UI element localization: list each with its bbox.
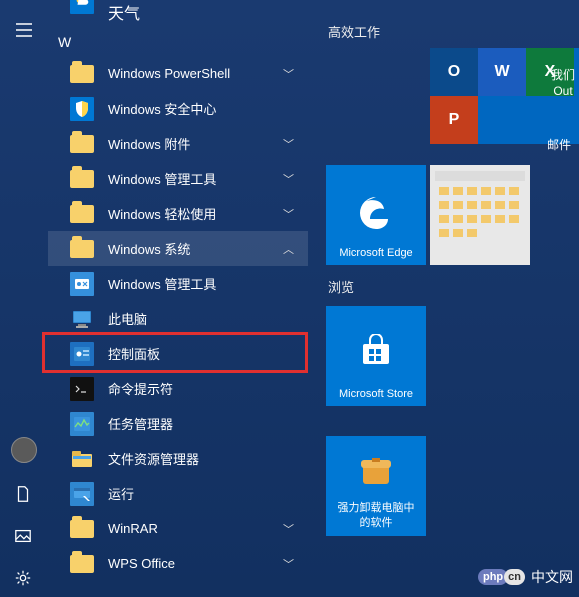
app-row[interactable]: Windows 系统 ︿ xyxy=(48,231,308,266)
left-rail xyxy=(0,0,48,597)
app-label: WPS Office xyxy=(108,556,175,571)
folder-icon xyxy=(70,132,94,156)
app-row-partial[interactable]: 天气 xyxy=(48,0,308,26)
admintools-icon xyxy=(70,272,94,296)
store-icon xyxy=(359,334,393,368)
ppt-glyph: P xyxy=(449,111,460,129)
app-row[interactable]: 任务管理器 xyxy=(48,406,308,441)
app-label: 命令提示符 xyxy=(108,379,173,398)
app-label: 天气 xyxy=(108,0,140,24)
tile-label: Microsoft Edge xyxy=(339,247,412,265)
tile-outlook[interactable]: O xyxy=(430,48,478,96)
app-row[interactable]: Windows 附件 ﹀ xyxy=(48,126,308,161)
tile-stub-label: 我们Out xyxy=(545,68,579,99)
app-label: Windows 系统 xyxy=(108,239,190,258)
app-row[interactable]: 运行 xyxy=(48,476,308,511)
chevron-down-icon: ﹀ xyxy=(283,171,294,187)
fe-icon xyxy=(70,447,94,471)
tile-mail-label: 邮件 xyxy=(547,136,571,153)
weather-icon xyxy=(70,0,94,14)
folder-icon xyxy=(70,552,94,576)
cp-icon xyxy=(70,342,94,366)
app-list: 天气 W Windows PowerShell ﹀ Windows 安全中心 Wind… xyxy=(48,0,308,597)
app-label: Windows 轻松使用 xyxy=(108,204,216,223)
watermark: php cn 中文网 xyxy=(478,567,573,587)
app-row[interactable]: Windows 管理工具 xyxy=(48,266,308,301)
app-label: 任务管理器 xyxy=(108,414,173,433)
user-avatar[interactable] xyxy=(11,437,37,463)
letter-header[interactable]: W xyxy=(48,26,308,56)
app-label: 运行 xyxy=(108,484,134,503)
folder-icon xyxy=(70,167,94,191)
folder-icon xyxy=(70,517,94,541)
tile-uninstall[interactable]: 强力卸载电脑中的软件 xyxy=(326,436,426,536)
chevron-up-icon: ︿ xyxy=(283,241,294,257)
app-row[interactable]: 文件资源管理器 xyxy=(48,441,308,476)
group-title: 高效工作 xyxy=(324,0,579,51)
app-row[interactable]: 控制面板 xyxy=(48,336,308,371)
cmd-icon xyxy=(70,377,94,401)
tile-edge[interactable]: Microsoft Edge xyxy=(326,165,426,265)
tile-file-explorer-preview[interactable] xyxy=(430,165,530,265)
app-row[interactable]: Windows 轻松使用 ﹀ xyxy=(48,196,308,231)
tile-label: 强力卸载电脑中的软件 xyxy=(332,501,421,536)
app-row[interactable]: WinRAR ﹀ xyxy=(48,511,308,546)
app-label: Windows 管理工具 xyxy=(108,274,216,293)
tile-label: Microsoft Store xyxy=(339,388,413,406)
settings-icon[interactable] xyxy=(14,569,34,589)
app-row[interactable]: Windows 安全中心 xyxy=(48,91,308,126)
pictures-icon[interactable] xyxy=(14,527,34,547)
outlook-glyph: O xyxy=(448,63,460,81)
folder-icon xyxy=(70,62,94,86)
watermark-text: 中文网 xyxy=(531,567,573,587)
app-label: Windows 管理工具 xyxy=(108,169,216,188)
chevron-down-icon: ﹀ xyxy=(283,206,294,222)
edge-icon xyxy=(356,193,396,233)
start-menu: 天气 W Windows PowerShell ﹀ Windows 安全中心 Wind… xyxy=(0,0,579,597)
app-label: Windows PowerShell xyxy=(108,66,230,81)
run-icon xyxy=(70,482,94,506)
tile-blank[interactable] xyxy=(478,96,526,144)
folder-icon xyxy=(70,237,94,261)
app-label: WinRAR xyxy=(108,521,158,536)
tile-groups: 高效工作 O W X P 我们Out 邮件 Microsoft Edge xyxy=(324,0,579,597)
tm-icon xyxy=(70,412,94,436)
app-label: 控制面板 xyxy=(108,344,160,363)
app-row[interactable]: 此电脑 xyxy=(48,301,308,336)
folder-icon xyxy=(70,202,94,226)
tile-ms-store[interactable]: Microsoft Store xyxy=(326,306,426,406)
app-label: Windows 附件 xyxy=(108,134,190,153)
tile-word[interactable]: W xyxy=(478,48,526,96)
word-glyph: W xyxy=(494,63,509,81)
chevron-down-icon: ﹀ xyxy=(283,66,294,82)
hamburger-icon[interactable] xyxy=(14,20,34,40)
pc-icon xyxy=(70,307,94,331)
app-label: 此电脑 xyxy=(108,309,147,328)
watermark-badge: cn xyxy=(504,569,525,585)
tile-powerpoint[interactable]: P xyxy=(430,96,478,144)
tile-mail[interactable] xyxy=(574,96,579,144)
app-row[interactable]: Windows 管理工具 ﹀ xyxy=(48,161,308,196)
uninstall-icon xyxy=(359,456,393,486)
documents-icon[interactable] xyxy=(14,485,34,505)
chevron-down-icon: ﹀ xyxy=(283,556,294,572)
group-title: 浏览 xyxy=(324,265,579,306)
chevron-down-icon: ﹀ xyxy=(283,136,294,152)
app-row[interactable]: Windows PowerShell ﹀ xyxy=(48,56,308,91)
shield-icon xyxy=(70,97,94,121)
app-row[interactable]: WPS Office ﹀ xyxy=(48,546,308,581)
app-row[interactable]: 命令提示符 xyxy=(48,371,308,406)
app-label: Windows 安全中心 xyxy=(108,99,216,118)
app-label: 文件资源管理器 xyxy=(108,449,199,468)
chevron-down-icon: ﹀ xyxy=(283,521,294,537)
